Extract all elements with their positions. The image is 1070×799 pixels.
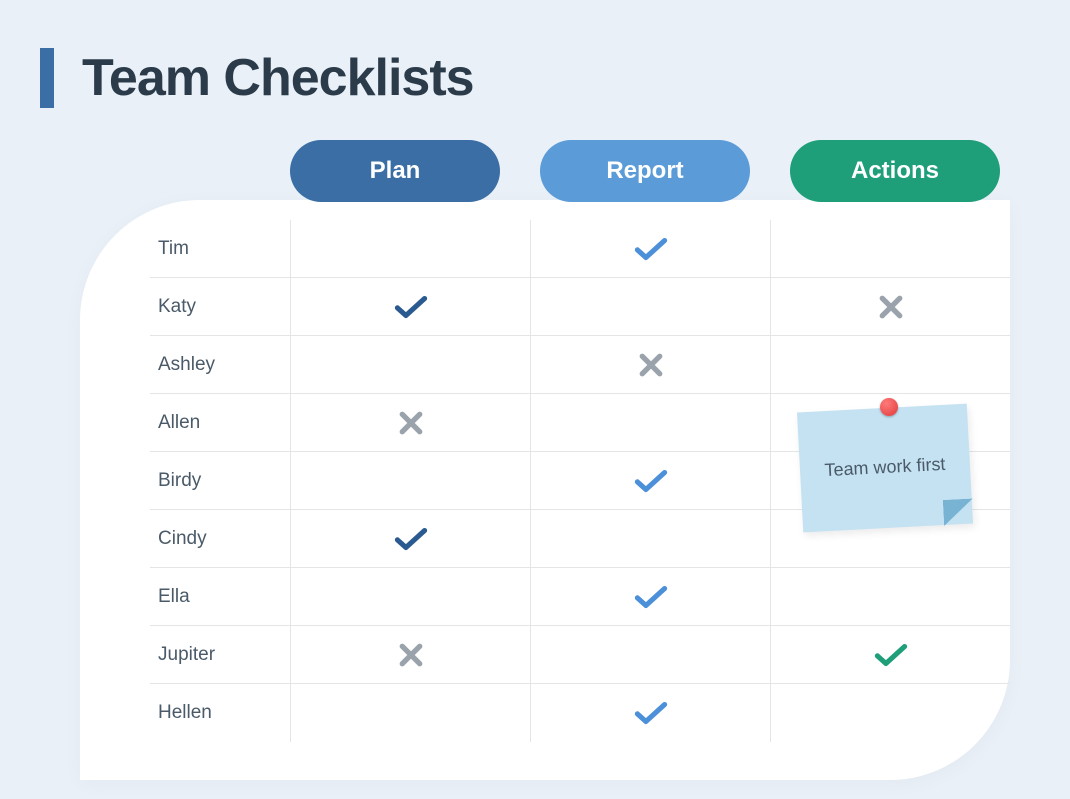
column-headers: Plan Report Actions: [290, 140, 1000, 202]
cell-report: [530, 626, 770, 683]
column-header-report: Report: [540, 140, 750, 202]
row-name: Cindy: [150, 528, 290, 550]
cell-actions: [770, 626, 1010, 683]
cell-plan: [290, 684, 530, 742]
row-name: Katy: [150, 296, 290, 318]
table-row: Katy: [150, 278, 1010, 336]
table-row: Ashley: [150, 336, 1010, 394]
cell-report: [530, 684, 770, 742]
check-icon: [634, 235, 668, 263]
row-name: Ashley: [150, 354, 290, 376]
page-title-wrap: Team Checklists: [40, 48, 474, 108]
cell-plan: [290, 220, 530, 277]
cell-actions: [770, 684, 1010, 742]
cell-report: [530, 336, 770, 393]
cell-report: [530, 220, 770, 277]
check-icon: [634, 467, 668, 495]
row-name: Allen: [150, 412, 290, 434]
cell-actions: [770, 336, 1010, 393]
sticky-note-text: Team work first: [824, 452, 946, 483]
table-row: Tim: [150, 220, 1010, 278]
cross-icon: [394, 409, 428, 437]
cell-plan: [290, 626, 530, 683]
cross-icon: [874, 293, 908, 321]
cell-plan: [290, 452, 530, 509]
cell-report: [530, 278, 770, 335]
column-header-plan: Plan: [290, 140, 500, 202]
row-name: Birdy: [150, 470, 290, 492]
cross-icon: [634, 351, 668, 379]
cell-actions: [770, 220, 1010, 277]
cell-plan: [290, 568, 530, 625]
row-name: Ella: [150, 586, 290, 608]
row-name: Tim: [150, 238, 290, 260]
cell-actions: [770, 278, 1010, 335]
cell-plan: [290, 278, 530, 335]
page-title: Team Checklists: [82, 48, 474, 108]
row-name: Jupiter: [150, 644, 290, 666]
cross-icon: [394, 641, 428, 669]
cell-report: [530, 394, 770, 451]
cell-report: [530, 568, 770, 625]
check-icon: [394, 293, 428, 321]
title-accent-bar: [40, 48, 54, 108]
check-icon: [874, 641, 908, 669]
cell-actions: [770, 568, 1010, 625]
cell-plan: [290, 336, 530, 393]
table-row: Hellen: [150, 684, 1010, 742]
table-row: Jupiter: [150, 626, 1010, 684]
table-row: Ella: [150, 568, 1010, 626]
cell-plan: [290, 510, 530, 567]
check-icon: [634, 583, 668, 611]
cell-report: [530, 510, 770, 567]
check-icon: [634, 699, 668, 727]
cell-report: [530, 452, 770, 509]
pin-icon: [880, 398, 898, 416]
check-icon: [394, 525, 428, 553]
cell-plan: [290, 394, 530, 451]
row-name: Hellen: [150, 702, 290, 724]
column-header-actions: Actions: [790, 140, 1000, 202]
sticky-note: Team work first: [797, 404, 973, 533]
sticky-note-wrap: Team work first: [800, 408, 970, 538]
